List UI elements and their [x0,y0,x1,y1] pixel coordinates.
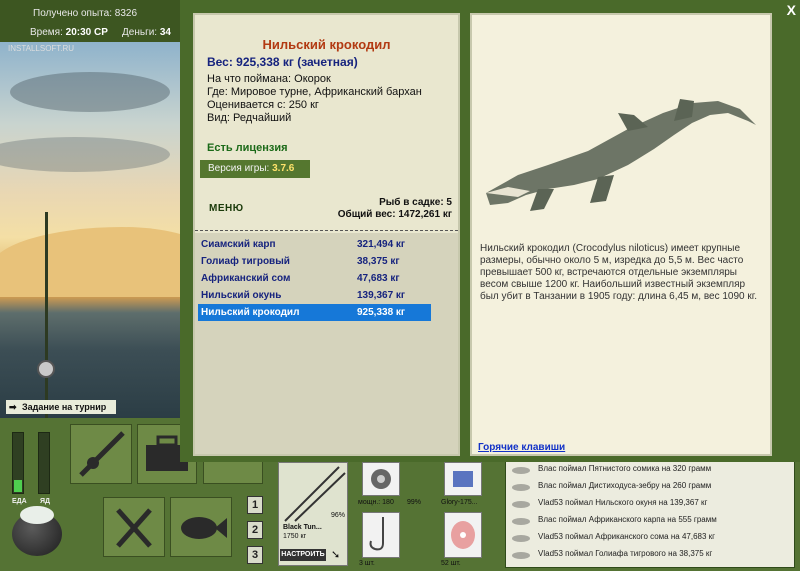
fishing-scene[interactable]: INSTALLSOFT.RU [0,42,180,418]
reel-icon [371,469,391,489]
catch-list: Сиамский карп 321,494 кг Голиаф тигровый 3… [195,233,458,454]
reel-power: мощн.: 180 [358,499,394,506]
fish-name: Нильский крокодил [262,37,391,52]
rod-durability: 96% [331,512,346,519]
map-button[interactable] [203,459,263,484]
food-meter [12,432,24,494]
bait-slot[interactable] [444,512,482,558]
tournament-task-button[interactable]: ➡ Задание на турнир [6,400,116,414]
keepnet-count: Рыб в садке: 5 [379,197,452,208]
log-entry: Влас поймал Пятнистого сомика на 320 гра… [538,464,712,473]
catch-list-item[interactable]: Африканский сом 47,683 кг [198,270,431,287]
watermark: INSTALLSOFT.RU [8,44,75,53]
catch-list-item[interactable]: Голиаф тигровый 38,375 кг [198,253,431,270]
experience-readout: Получено опыта: 8326 [33,8,138,19]
hook-slot[interactable] [362,512,400,558]
fishing-rod [45,212,48,418]
license-status: Есть лицензия [207,142,288,154]
catch-list-item-selected[interactable]: Нильский крокодил 925,338 кг [198,304,431,321]
hook-count: 3 шт. [359,560,375,567]
food-button[interactable] [103,497,165,557]
tackle-slot-3[interactable]: 3 [247,546,263,564]
rod-bag-button[interactable] [70,424,132,484]
rod-name: Black Tun... [283,524,322,531]
ham-bait-icon [451,521,475,549]
catch-list-item[interactable]: Нильский окунь 139,367 кг [198,287,431,304]
line-spool-icon [453,471,473,487]
catch-list-item[interactable]: Сиамский карп 321,494 кг [198,236,431,253]
food-meter-label: ЕДА [12,498,27,505]
arrow-down-right-icon: ➘ [331,549,341,561]
rod-weight: 1750 кг [283,533,307,540]
catch-location: Где: Мировое турне, Африканский бархан [207,86,422,98]
cauldron-icon[interactable] [12,506,62,556]
poison-meter-label: ЯД [40,498,51,505]
reel-slot[interactable] [362,462,400,496]
fish-kind: Вид: Редчайший [207,112,292,124]
line-name: Glory-175... [441,499,478,506]
money-readout: Деньги: 34 [122,27,171,38]
log-entry: Vlad53 поймал Голиафа тигрового на 38,37… [538,549,713,558]
close-button[interactable]: X [787,2,796,18]
fish-icon [181,517,227,539]
fish-description: Нильский крокодил (Crocodylus niloticus)… [480,243,757,302]
fork-knife-icon [116,508,152,548]
game-version: Версия игры: 3.7.6 [200,160,310,178]
tackle-slot-2[interactable]: 2 [247,521,263,539]
time-readout: Время: 20:30 СР [30,27,108,38]
log-entry: Vlad53 поймал Нильского окуня на 139,367… [538,498,708,507]
hotkeys-link[interactable]: Горячие клавиши [478,442,565,453]
fish-weight: Вес: 925,338 кг (зачетная) [207,55,358,69]
valued-from: Оценивается с: 250 кг [207,99,319,111]
hook-icon [369,517,384,551]
fish-info-panel: Нильский крокодил Вес: 925,338 кг (зачет… [193,13,460,456]
log-entry: Vlad53 поймал Африканского сома на 47,68… [538,532,716,541]
caught-on: На что поймана: Окорок [207,73,331,85]
bait-count: 52 шт. [441,560,461,567]
line-slot[interactable] [444,462,482,496]
fish-description-panel: Нильский крокодил (Crocodylus niloticus)… [470,13,772,456]
menu-button[interactable]: МЕНЮ [209,203,244,214]
crocodile-image [486,99,756,211]
rod-icon [79,431,125,477]
keepnet-dialog: X Нильский крокодил Вес: 925,338 кг (зач… [180,0,800,462]
reel-icon [37,360,55,378]
poison-meter [38,432,50,494]
log-entry: Влас поймал Дистиходуса-зебру на 260 гра… [538,481,712,490]
setup-button[interactable]: НАСТРОИТЬ [280,549,326,561]
arrow-right-icon: ➡ [9,402,17,412]
tackle-slot-1[interactable]: 1 [247,496,263,514]
log-entry: Влас поймал Африканского карпа на 555 гр… [538,515,717,524]
keepnet-total: Общий вес: 1472,261 кг [337,209,452,220]
fish-button[interactable] [170,497,232,557]
reel-durability: 99% [407,499,422,506]
catch-log: Влас поймал Пятнистого сомика на 320 гра… [505,460,795,568]
keepnet-summary: Рыб в садке: 5 Общий вес: 1472,261 кг [338,197,452,221]
